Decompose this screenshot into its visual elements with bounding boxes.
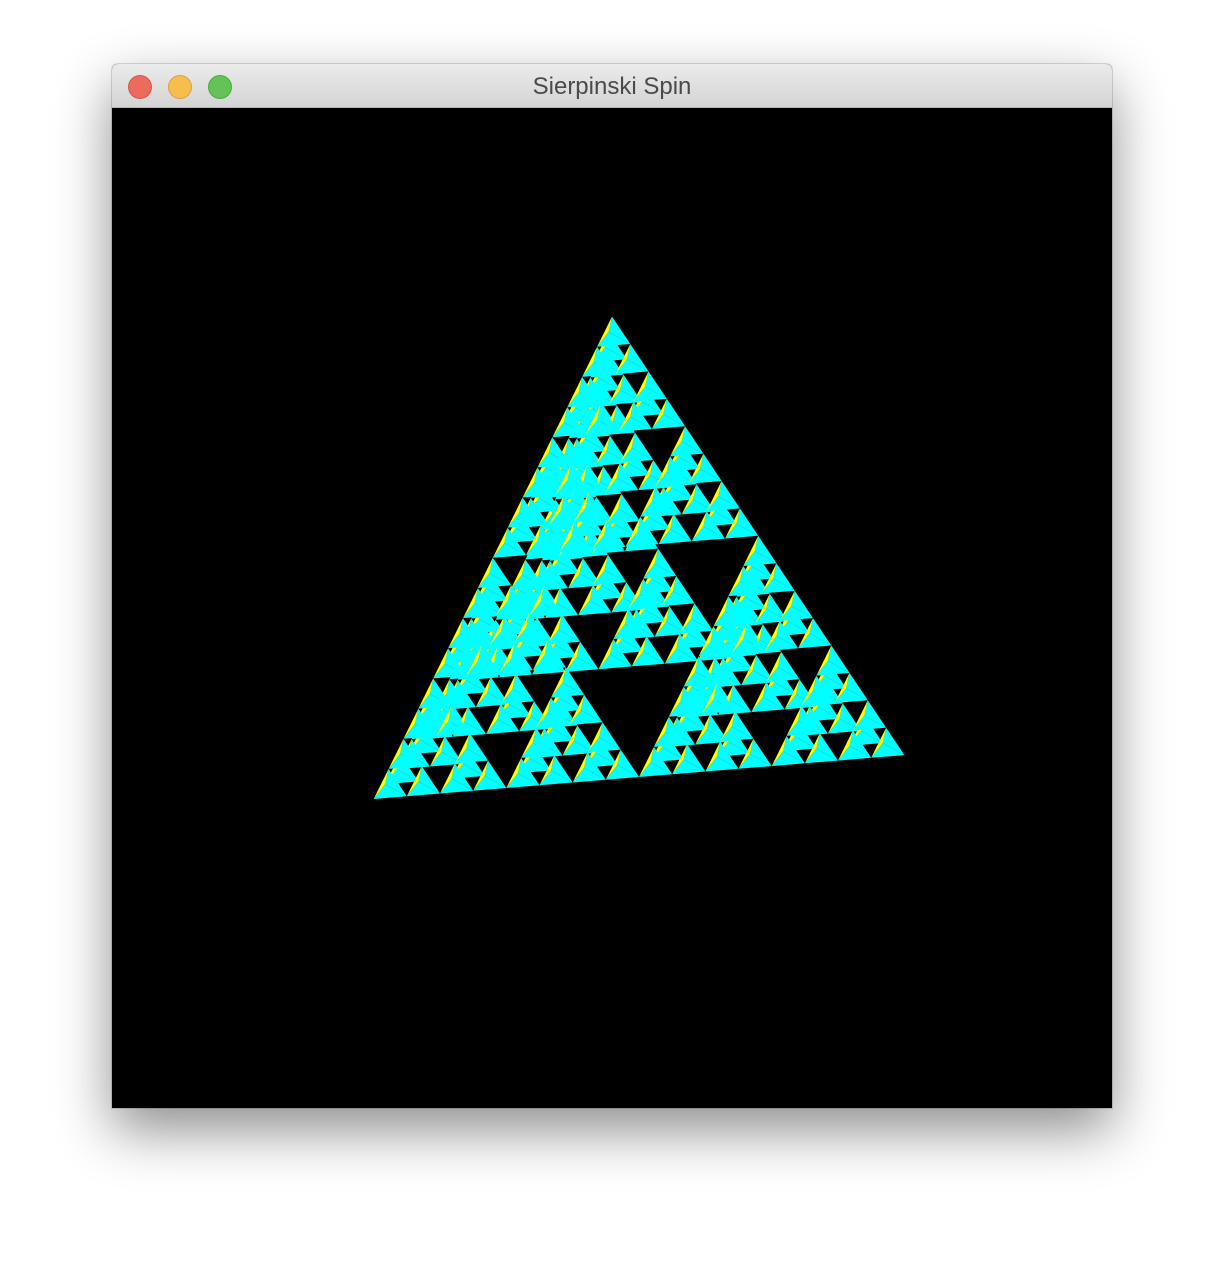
sierpinski-scene: [373, 316, 905, 799]
fractal-group: [373, 316, 905, 799]
render-canvas[interactable]: [112, 108, 1112, 1108]
title-bar[interactable]: Sierpinski Spin: [112, 64, 1112, 108]
app-window: Sierpinski Spin: [112, 64, 1112, 1108]
window-title: Sierpinski Spin: [532, 73, 692, 100]
